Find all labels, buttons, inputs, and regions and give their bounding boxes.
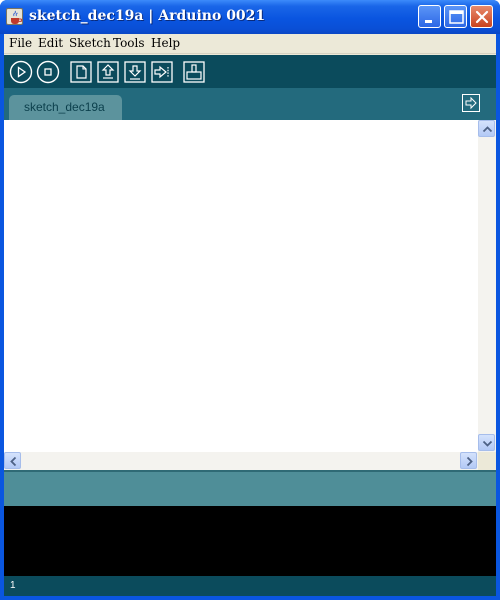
verify-button[interactable] <box>9 60 33 84</box>
upload-button[interactable] <box>151 61 173 83</box>
chevron-up-icon <box>482 126 493 133</box>
menu-tools[interactable]: Tools <box>113 36 145 50</box>
console-output[interactable] <box>4 506 496 576</box>
scroll-down-button[interactable] <box>478 434 495 451</box>
menu-file[interactable]: File <box>9 36 32 50</box>
window-title: sketch_dec19a | Arduino 0021 <box>29 8 266 24</box>
open-icon <box>97 61 119 83</box>
arrow-right-icon <box>462 94 480 112</box>
maximize-icon <box>449 10 464 24</box>
close-button[interactable] <box>470 5 493 28</box>
code-editor[interactable] <box>4 120 478 452</box>
vertical-scroll-track[interactable] <box>478 138 496 434</box>
minimize-icon <box>425 20 432 23</box>
save-button[interactable] <box>124 61 146 83</box>
java-cup-icon[interactable] <box>6 8 23 25</box>
close-icon <box>475 10 489 24</box>
arduino-window: sketch_dec19a | Arduino 0021 File Edit S… <box>0 0 500 600</box>
chevron-right-icon <box>466 456 473 467</box>
vertical-scrollbar[interactable] <box>478 120 496 452</box>
menu-sketch[interactable]: Sketch <box>69 36 111 50</box>
tab-sketch[interactable]: sketch_dec19a <box>9 95 122 120</box>
toolbar <box>4 55 496 88</box>
tab-label: sketch_dec19a <box>24 100 105 114</box>
serial-monitor-button[interactable] <box>183 61 205 83</box>
client-area: File Edit Sketch Tools Help sketch_dec19… <box>4 34 496 596</box>
menu-help[interactable]: Help <box>151 36 180 50</box>
save-icon <box>124 61 146 83</box>
minimize-button[interactable] <box>418 5 441 28</box>
horizontal-scrollbar[interactable] <box>4 452 478 470</box>
serial-monitor-icon <box>183 61 205 83</box>
scrollbar-corner <box>478 452 496 470</box>
chevron-left-icon <box>10 456 17 467</box>
status-bar <box>4 470 496 506</box>
line-number-bar: 1 <box>4 576 496 596</box>
stop-button[interactable] <box>36 60 60 84</box>
scroll-right-button[interactable] <box>460 452 477 469</box>
chevron-down-icon <box>482 440 493 447</box>
line-number: 1 <box>10 580 16 591</box>
scroll-left-button[interactable] <box>4 452 21 469</box>
stop-icon <box>36 60 60 84</box>
maximize-button[interactable] <box>444 5 467 28</box>
open-button[interactable] <box>97 61 119 83</box>
tab-bar: sketch_dec19a <box>4 88 496 120</box>
menu-bar: File Edit Sketch Tools Help <box>4 34 496 54</box>
tab-menu-button[interactable] <box>462 94 480 112</box>
menu-edit[interactable]: Edit <box>38 36 63 50</box>
verify-icon <box>9 60 33 84</box>
new-button[interactable] <box>70 61 92 83</box>
scroll-up-button[interactable] <box>478 120 495 137</box>
upload-icon <box>151 61 173 83</box>
title-bar[interactable]: sketch_dec19a | Arduino 0021 <box>0 0 500 34</box>
new-icon <box>70 61 92 83</box>
